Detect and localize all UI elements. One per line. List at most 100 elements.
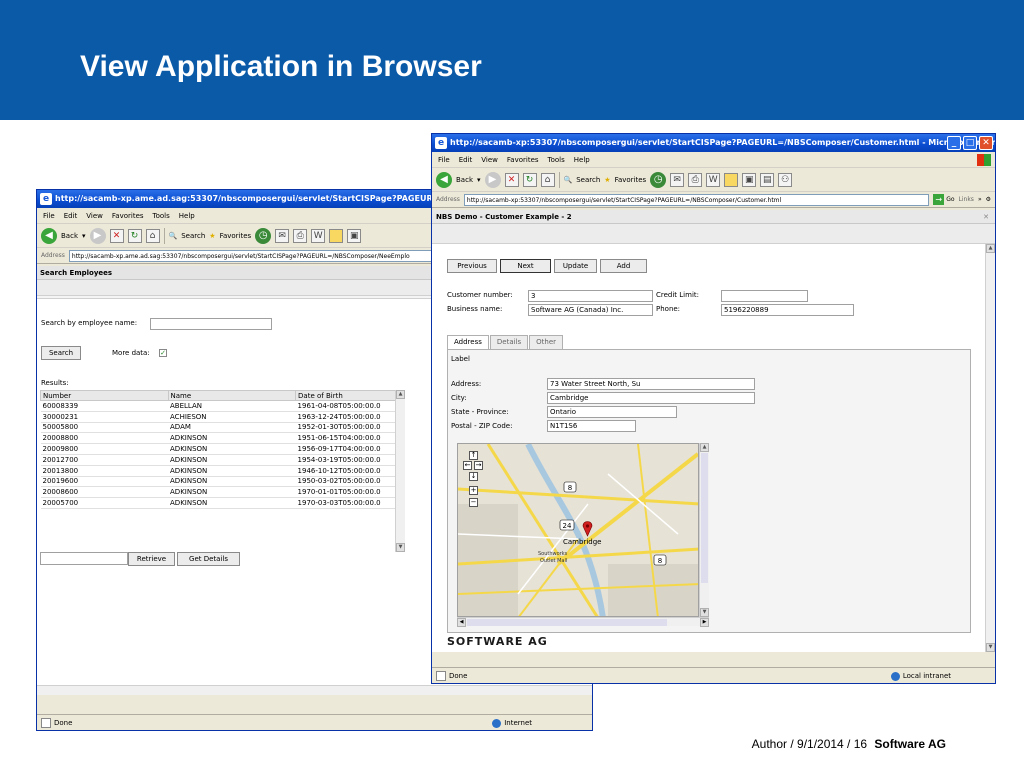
forward-icon[interactable]: ▶ [89,227,106,244]
scroll-thumb[interactable] [701,453,708,583]
back-icon[interactable]: ◀ [41,227,57,244]
menu-tools[interactable]: Tools [153,208,170,223]
star-icon[interactable]: ★ [209,232,215,240]
city-field[interactable]: Cambridge [547,392,755,404]
back-button[interactable]: Back [61,232,78,240]
table-row[interactable]: 50005800 ADAM 1952-01-30T05:00:00.0 [40,422,396,434]
tab-address[interactable]: Address [447,335,489,349]
get-details-button[interactable]: Get Details [177,552,240,566]
scroll-down-arrow[interactable]: ▼ [396,543,405,552]
map-pan-right-icon[interactable]: → [474,461,483,470]
favorites-button[interactable]: Favorites [615,176,647,184]
add-button[interactable]: Add [600,259,647,273]
table-row[interactable]: 20008800 ADKINSON 1951-06-15T04:00:00.0 [40,432,396,445]
home-icon[interactable]: ⌂ [145,228,160,243]
search-toolbar-button[interactable]: Search [576,176,600,184]
maximize-icon[interactable]: □ [963,136,977,150]
map-pan-left-icon[interactable]: ← [463,461,472,470]
stop-icon[interactable]: ✕ [504,172,519,187]
credit-limit-field[interactable] [721,290,808,302]
search-input[interactable] [150,318,272,330]
menu-help[interactable]: Help [179,208,195,223]
menu-file[interactable]: File [43,208,55,223]
menu-favorites[interactable]: Favorites [507,152,539,167]
search-icon[interactable]: 🔍 [169,232,178,240]
forward-icon[interactable]: ▶ [484,171,501,188]
tab-details[interactable]: Details [489,335,529,349]
menu-edit[interactable]: Edit [64,208,78,223]
folder-icon[interactable] [329,228,344,243]
refresh-icon[interactable]: ↻ [127,228,142,243]
close-panel-icon[interactable]: ✕ [983,210,989,224]
print-icon[interactable]: ⎙ [688,172,703,187]
next-button[interactable]: Next [500,259,551,273]
scroll-up-arrow[interactable]: ▲ [700,443,709,452]
retrieve-button[interactable]: Retrieve [128,552,175,566]
close-icon[interactable]: ✕ [979,136,993,150]
table-row[interactable]: 20012700 ADKINSON 1954-03-19T05:00:00.0 [40,454,396,466]
table-row[interactable]: 30000231 ACHIESON 1963-12-24T05:00:00.0 [40,411,396,423]
state-field[interactable]: Ontario [547,406,677,418]
chevron-right-icon[interactable]: » [978,196,982,203]
go-button[interactable]: → Go [933,194,955,205]
scroll-left-arrow[interactable]: ◀ [457,618,466,627]
phone-field[interactable]: 5196220889 [721,304,854,316]
folder-icon[interactable] [724,172,739,187]
map-vertical-scrollbar[interactable]: ▲ ▼ [699,443,709,617]
scroll-up-arrow[interactable]: ▲ [986,244,995,253]
table-row[interactable]: 20008600 ADKINSON 1970-01-01T05:00:00.0 [40,486,396,499]
research-icon[interactable]: ▤ [760,172,775,187]
history-icon[interactable]: ◷ [650,171,667,188]
back-icon[interactable]: ◀ [436,171,452,188]
menu-favorites[interactable]: Favorites [112,208,144,223]
print-icon[interactable]: ⎙ [293,228,308,243]
scroll-right-arrow[interactable]: ▶ [700,618,709,627]
scroll-down-arrow[interactable]: ▼ [700,608,709,617]
column-header-number[interactable]: Number [40,390,169,401]
mail-icon[interactable]: ✉ [275,228,290,243]
postal-field[interactable]: N1T1S6 [547,420,636,432]
scroll-thumb[interactable] [467,619,667,626]
tools-gear-icon[interactable]: ⚙ [986,196,991,203]
retrieve-input[interactable] [40,552,128,565]
page-vertical-scrollbar[interactable]: ▲ ▼ [985,244,995,652]
table-row[interactable]: 20009800 ADKINSON 1956-09-17T04:00:00.0 [40,443,396,455]
map-horizontal-scrollbar[interactable]: ◀ ▶ [457,617,709,627]
map-view[interactable]: 8 24 8 Cambridge Southworks Outlet Mall … [457,443,699,617]
business-name-field[interactable]: Software AG (Canada) Inc. [528,304,653,316]
table-row[interactable]: 60008339 ABELLAN 1961-04-08T05:00:00.0 [40,400,396,412]
chevron-down-icon[interactable]: ▾ [82,232,86,240]
favorites-button[interactable]: Favorites [220,232,252,240]
scroll-up-arrow[interactable]: ▲ [396,390,405,399]
column-header-dob[interactable]: Date of Birth [295,390,396,401]
map-pan-up-icon[interactable]: ↑ [469,451,478,460]
map-zoom-out-icon[interactable]: − [469,498,478,507]
scroll-down-arrow[interactable]: ▼ [986,643,995,652]
right-window-titlebar[interactable]: e http://sacamb-xp:53307/nbscomposergui/… [432,134,995,152]
back-button[interactable]: Back [456,176,473,184]
menu-edit[interactable]: Edit [459,152,473,167]
star-icon[interactable]: ★ [604,176,610,184]
menu-view[interactable]: View [86,208,103,223]
table-row[interactable]: 20013800 ADKINSON 1946-10-12T05:00:00.0 [40,465,396,477]
tab-other[interactable]: Other [529,335,564,349]
edit-icon[interactable]: W [311,228,326,243]
map-pan-down-icon[interactable]: ↓ [469,472,478,481]
links-label[interactable]: Links [959,196,974,203]
refresh-icon[interactable]: ↻ [522,172,537,187]
menu-view[interactable]: View [481,152,498,167]
stop-icon[interactable]: ✕ [109,228,124,243]
column-header-name[interactable]: Name [167,390,297,401]
address-input[interactable]: http://sacamb-xp:53307/nbscomposergui/se… [463,193,930,206]
menu-file[interactable]: File [438,152,450,167]
search-icon[interactable]: 🔍 [564,176,573,184]
menu-tools[interactable]: Tools [548,152,565,167]
home-icon[interactable]: ⌂ [540,172,555,187]
discuss-icon[interactable]: ▣ [742,172,757,187]
discuss-icon[interactable]: ▣ [347,228,362,243]
address-field[interactable]: 73 Water Street North, Su [547,378,755,390]
search-toolbar-button[interactable]: Search [181,232,205,240]
search-button[interactable]: Search [41,346,81,360]
table-row[interactable]: 20005700 ADKINSON 1970-03-03T05:00:00.0 [40,497,396,509]
previous-button[interactable]: Previous [447,259,497,273]
